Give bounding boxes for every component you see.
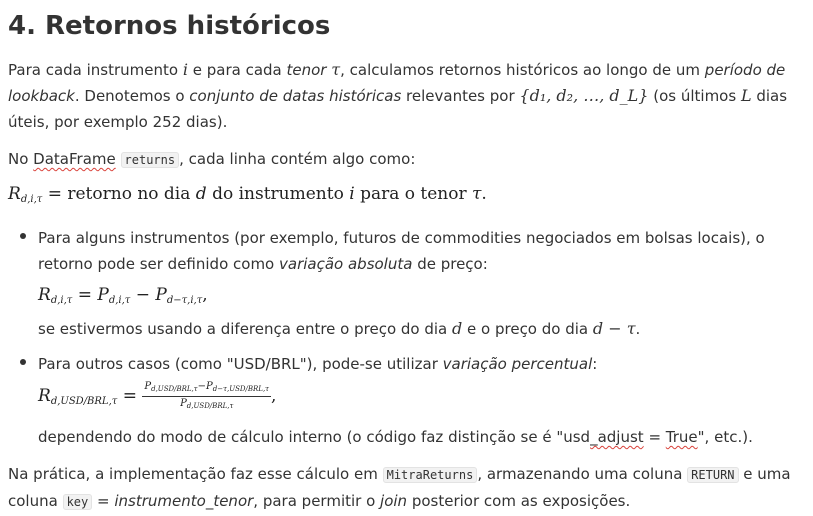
emphasis-dates-set: conjunto de datas históricas (189, 87, 402, 105)
eq-equals: = (72, 285, 98, 305)
eq-R-subscript: d,USD/BRL,τ (50, 396, 118, 407)
bullet-icon (20, 359, 26, 365)
list-item-text: Para outros casos (como "USD/BRL"), pode… (38, 351, 803, 377)
eq-period: . (481, 184, 487, 204)
text: : (592, 355, 598, 373)
document: 4. Retornos históricos Para cada instrum… (0, 0, 813, 516)
eq-P-subscript: d,USD/BRL,τ (186, 402, 234, 410)
emphasis-percentage: variação percentual (442, 355, 593, 373)
list-item-text: Para alguns instrumentos (por exemplo, f… (38, 225, 803, 277)
true-word: True (665, 428, 698, 446)
text: ", etc.). (697, 428, 753, 446)
emphasis-absolute: variação absoluta (279, 255, 413, 273)
eq-minus: − (130, 285, 156, 305)
implementation-paragraph: Na prática, a implementação faz esse cál… (8, 461, 808, 515)
eq-P-subscript: d−τ,USD/BRL,τ (212, 385, 270, 393)
text: se estivermos usando a diferença entre o… (38, 320, 453, 338)
text: No (8, 150, 34, 168)
emphasis-join: join (380, 492, 408, 510)
eq-R-subscript: d,i,τ (20, 194, 43, 205)
eq-P: P (180, 398, 187, 409)
return-definition-equation: Rd,i,τ = retorno no dia d do instrumento… (8, 184, 487, 205)
text: e o preço do dia (462, 320, 593, 338)
eq-denominator: Pd,USD/BRL,τ (142, 397, 271, 413)
text: relevantes por (401, 87, 520, 105)
eq-R-subscript: d,i,τ (50, 295, 73, 306)
dataframe-word: DataFrame (33, 150, 116, 168)
eq-text: para o tenor (354, 184, 473, 204)
percentage-return-equation: Rd,USD/BRL,τ = Pd,USD/BRL,τ−Pd−τ,USD/BRL… (38, 380, 276, 413)
eq-minus: − (197, 381, 207, 392)
text: (os últimos (648, 87, 741, 105)
eq-comma: , (271, 386, 277, 406)
section-heading: 4. Retornos históricos (8, 11, 331, 41)
intro-paragraph: Para cada instrumento i e para cada teno… (8, 57, 808, 135)
emphasis-instrument-tenor: instrumento_tenor (114, 492, 254, 510)
text: e para cada (187, 61, 287, 79)
eq-equals: = (42, 184, 68, 204)
eq-P-subscript: d,i,τ (108, 295, 131, 306)
eq-tau: τ (472, 184, 482, 204)
eq-fraction: Pd,USD/BRL,τ−Pd−τ,USD/BRL,τ Pd,USD/BRL,τ (142, 380, 272, 413)
text: Na prática, a implementação faz esse cál… (8, 465, 383, 483)
math-L: L (740, 86, 752, 105)
eq-P-subscript: d−τ,i,τ (166, 295, 203, 306)
code-key: key (62, 494, 93, 510)
eq-comma: , (202, 285, 208, 305)
text: , calculamos retornos históricos ao long… (340, 61, 705, 79)
eq-d: d (195, 184, 207, 204)
eq-equals: = (117, 386, 143, 406)
text: Para cada instrumento (8, 61, 183, 79)
text: . (635, 320, 641, 338)
text: , armazenando uma coluna (477, 465, 688, 483)
math-d-minus-tau: d − τ (592, 319, 636, 338)
math-d: d (452, 319, 463, 338)
emphasis-tenor: tenor (286, 61, 327, 79)
eq-text: do instrumento (206, 184, 350, 204)
eq-numerator: Pd,USD/BRL,τ−Pd−τ,USD/BRL,τ (142, 380, 272, 397)
eq-P: P (155, 285, 167, 305)
math-tau: τ (331, 60, 341, 79)
eq-R: R (38, 285, 51, 305)
dataframe-paragraph: No DataFrame returns, cada linha contém … (8, 146, 808, 173)
eq-P: P (97, 285, 109, 305)
text: = (643, 428, 666, 446)
text: . Denotemos o (74, 87, 190, 105)
text: de preço: (412, 255, 488, 273)
eq-R: R (38, 386, 51, 406)
text: posterior com as exposições. (407, 492, 631, 510)
text: = (92, 492, 115, 510)
bullet-icon (20, 233, 26, 239)
absolute-return-note: se estivermos usando a diferença entre o… (38, 316, 640, 342)
percentage-return-note: dependendo do modo de cálculo interno (o… (38, 424, 753, 450)
code-returns: returns (120, 152, 180, 168)
text: dependendo do modo de cálculo interno (o… (38, 428, 591, 446)
eq-P-subscript: d,USD/BRL,τ (151, 385, 198, 393)
text: Para outros casos (como "USD/BRL"), pode… (38, 355, 443, 373)
eq-P: P (206, 381, 213, 392)
eq-R: R (8, 184, 21, 204)
code-mitrareturns: MitraReturns (382, 467, 478, 483)
absolute-return-equation: Rd,i,τ = Pd,i,τ − Pd−τ,i,τ, (38, 285, 208, 306)
math-date-set: {d₁, d₂, …, d_L} (519, 86, 649, 105)
adjust-word: _adjust (590, 428, 644, 446)
code-return: RETURN (687, 467, 739, 483)
text: , para permitir o (253, 492, 381, 510)
eq-text: retorno no dia (67, 184, 196, 204)
text: , cada linha contém algo como: (179, 150, 416, 168)
